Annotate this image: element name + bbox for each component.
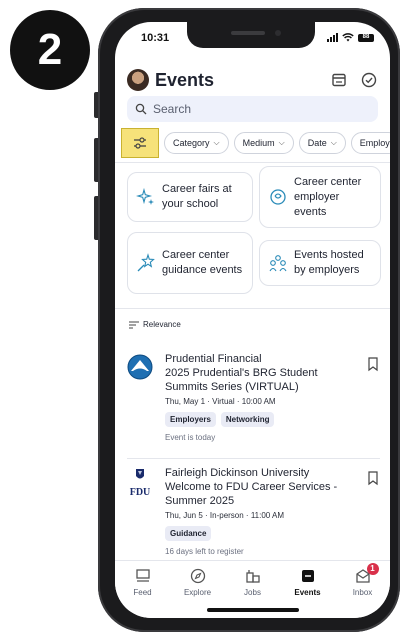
filter-settings-button[interactable] xyxy=(121,128,159,158)
prudential-logo-icon xyxy=(127,354,153,380)
signal-icon xyxy=(327,33,338,42)
home-indicator xyxy=(207,608,299,612)
category-employer-events[interactable]: Career center employer events xyxy=(259,166,381,228)
event-tag: Networking xyxy=(220,412,275,427)
filter-bar: Category ⌵ Medium ⌵ Date ⌵ Employ xyxy=(121,128,390,158)
tab-label: Events xyxy=(294,588,321,597)
event-card-1[interactable]: Prudential Financial 2025 Prudential's B… xyxy=(127,352,380,452)
divider xyxy=(127,458,380,459)
chat-icon xyxy=(270,189,286,205)
event-note: 16 days left to register xyxy=(165,547,244,556)
bookmark-icon[interactable] xyxy=(366,356,380,372)
chevron-down-icon: ⌵ xyxy=(330,138,337,147)
event-title[interactable]: Welcome to FDU Career Services - Summer … xyxy=(165,480,356,508)
category-career-fairs[interactable]: Career fairs at your school xyxy=(127,172,253,222)
event-note: Event is today xyxy=(165,433,216,442)
chip-label: Category xyxy=(173,138,210,148)
sort-label: Relevance xyxy=(143,320,181,329)
category-label: Events hosted by employers xyxy=(294,249,364,276)
filter-chip-date[interactable]: Date ⌵ xyxy=(298,132,346,154)
sliders-icon xyxy=(134,137,146,149)
event-meta: Thu, Jun 5 · In-person · 11:00 AM xyxy=(165,511,285,520)
people-icon xyxy=(269,255,287,272)
compass-icon xyxy=(190,568,205,584)
feed-icon xyxy=(135,569,150,582)
chip-label: Date xyxy=(307,138,327,148)
category-employer-hosted[interactable]: Events hosted by employers xyxy=(259,240,381,286)
event-tag: Employers xyxy=(165,412,216,427)
tab-label: Explore xyxy=(183,588,212,597)
category-label: Career center guidance events xyxy=(162,249,243,276)
battery-icon: 88 xyxy=(358,33,374,42)
tab-label: Feed xyxy=(133,588,152,597)
search-placeholder: Search xyxy=(153,102,192,116)
event-meta: Thu, May 1 · Virtual · 10:00 AM xyxy=(165,397,276,406)
sort-icon xyxy=(129,321,139,328)
calendar-view-icon[interactable] xyxy=(330,71,348,89)
tab-label: Jobs xyxy=(244,588,261,597)
notification-badge: 1 xyxy=(366,563,379,575)
chevron-down-icon: ⌵ xyxy=(278,138,285,147)
wifi-icon xyxy=(342,33,354,42)
filter-chip-medium[interactable]: Medium ⌵ xyxy=(233,132,294,154)
event-tag: Guidance xyxy=(165,526,212,541)
phone-notch xyxy=(187,22,315,48)
status-time: 10:31 xyxy=(141,32,170,44)
event-title[interactable]: 2025 Prudential's BRG Student Summits Se… xyxy=(165,366,356,394)
chip-label: Employ xyxy=(359,138,390,148)
search-icon xyxy=(135,103,147,115)
category-label: Career center employer events xyxy=(294,175,362,218)
check-circle-icon[interactable] xyxy=(360,71,378,89)
step-number-badge: 2 xyxy=(10,10,90,90)
chip-label: Medium xyxy=(242,138,275,148)
filter-chip-category[interactable]: Category ⌵ xyxy=(164,132,229,154)
search-input[interactable]: Search xyxy=(127,96,378,122)
tab-feed[interactable]: Feed xyxy=(115,561,170,618)
event-organizer: Fairleigh Dickinson University xyxy=(165,467,310,479)
sparkle-icon xyxy=(136,187,154,205)
bookmark-icon[interactable] xyxy=(366,470,380,486)
star-arrow-icon xyxy=(137,253,155,272)
event-organizer: Prudential Financial xyxy=(165,353,262,365)
app-header: Events xyxy=(127,68,378,92)
event-card-2[interactable]: FDU Fairleigh Dickinson University Welco… xyxy=(127,466,380,566)
category-guidance-events[interactable]: Career center guidance events xyxy=(127,232,253,294)
avatar[interactable] xyxy=(127,69,149,91)
divider xyxy=(115,162,390,163)
category-label: Career fairs at your school xyxy=(162,183,232,210)
fdu-logo-icon: FDU xyxy=(127,468,153,498)
sort-control[interactable]: Relevance xyxy=(129,320,181,329)
calendar-icon xyxy=(301,570,314,582)
fdu-logo-text: FDU xyxy=(129,487,151,498)
tab-label: Inbox xyxy=(352,588,373,597)
page-title: Events xyxy=(155,69,215,90)
divider xyxy=(115,308,390,309)
filter-chip-employer[interactable]: Employ xyxy=(350,132,390,154)
phone-screen: 10:31 88 Events Search Category ⌵ Medium ⌵… xyxy=(115,22,390,618)
briefcase-icon xyxy=(245,570,260,583)
tab-inbox[interactable]: 1 Inbox xyxy=(335,561,390,618)
chevron-down-icon: ⌵ xyxy=(213,138,220,147)
